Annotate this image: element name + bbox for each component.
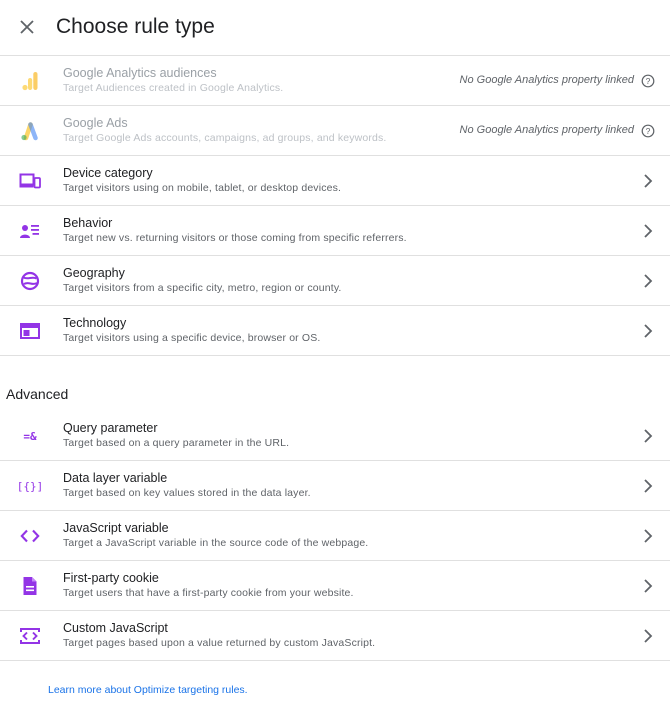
rule-title: Geography: [63, 266, 125, 280]
devices-icon: [16, 169, 44, 193]
code-icon: [16, 524, 44, 548]
page-title: Choose rule type: [56, 15, 215, 38]
rule-javascript-variable[interactable]: JavaScript variable Target a JavaScript …: [0, 511, 670, 561]
globe-icon: [16, 269, 44, 293]
rule-title: Query parameter: [63, 421, 158, 435]
document-icon: [16, 574, 44, 598]
rule-description: Target new vs. returning visitors or tho…: [63, 232, 407, 244]
help-icon[interactable]: ?: [641, 74, 655, 88]
link-status-text: No Google Analytics property linked: [459, 74, 634, 86]
rule-description: Target based on key values stored in the…: [63, 487, 311, 499]
rule-title: Google Analytics audiences: [63, 66, 217, 80]
rule-description: Target Audiences created in Google Analy…: [63, 82, 284, 94]
rule-title: Google Ads: [63, 116, 128, 130]
query-parameter-icon: =&: [23, 429, 37, 443]
person-list-icon: [16, 219, 44, 243]
svg-text:?: ?: [646, 76, 651, 86]
rule-title: First-party cookie: [63, 571, 159, 585]
rule-custom-javascript[interactable]: Custom JavaScript Target pages based upo…: [0, 611, 670, 661]
help-icon[interactable]: ?: [641, 124, 655, 138]
rule-description: Target pages based upon a value returned…: [63, 637, 376, 649]
rule-data-layer-variable[interactable]: [{}] Data layer variable Target based on…: [0, 461, 670, 511]
advanced-section-heading: Advanced: [6, 386, 69, 402]
custom-code-icon: [16, 624, 44, 648]
rule-geography[interactable]: Geography Target visitors from a specifi…: [0, 256, 670, 306]
chevron-right-icon: [644, 529, 653, 543]
svg-text:?: ?: [646, 126, 651, 136]
rule-title: Custom JavaScript: [63, 621, 168, 635]
rule-title: Data layer variable: [63, 471, 168, 485]
chevron-right-icon: [644, 324, 653, 338]
basic-rule-list: Google Analytics audiences Target Audien…: [0, 56, 670, 356]
rule-description: Target based on a query parameter in the…: [63, 437, 290, 449]
chevron-right-icon: [644, 629, 653, 643]
rule-title: Behavior: [63, 216, 113, 230]
rule-description: Target a JavaScript variable in the sour…: [63, 537, 369, 549]
web-window-icon: [16, 319, 44, 343]
analytics-logo-icon: [16, 69, 44, 93]
chevron-right-icon: [644, 479, 653, 493]
data-layer-icon: [{}]: [16, 479, 44, 493]
rule-first-party-cookie[interactable]: First-party cookie Target users that hav…: [0, 561, 670, 611]
rule-title: Device category: [63, 166, 153, 180]
link-status-text: No Google Analytics property linked: [459, 124, 634, 136]
rule-behavior[interactable]: Behavior Target new vs. returning visito…: [0, 206, 670, 256]
rule-device-category[interactable]: Device category Target visitors using on…: [0, 156, 670, 206]
close-button[interactable]: [14, 14, 40, 40]
chevron-right-icon: [644, 274, 653, 288]
rule-description: Target visitors from a specific city, me…: [63, 282, 342, 294]
rule-description: Target visitors using on mobile, tablet,…: [63, 182, 342, 194]
rule-description: Target visitors using a specific device,…: [63, 332, 321, 344]
rule-technology[interactable]: Technology Target visitors using a speci…: [0, 306, 670, 356]
rule-title: JavaScript variable: [63, 521, 169, 535]
chevron-right-icon: [644, 579, 653, 593]
advanced-rule-list: =& Query parameter Target based on a que…: [0, 411, 670, 661]
rule-description: Target Google Ads accounts, campaigns, a…: [63, 132, 387, 144]
learn-more-link[interactable]: Learn more about Optimize targeting rule…: [48, 684, 248, 696]
close-icon: [20, 20, 34, 34]
rule-title: Technology: [63, 316, 127, 330]
google-ads-logo-icon: [16, 119, 44, 143]
chevron-right-icon: [644, 174, 653, 188]
rule-google-analytics-audiences: Google Analytics audiences Target Audien…: [0, 56, 670, 106]
rule-query-parameter[interactable]: =& Query parameter Target based on a que…: [0, 411, 670, 461]
rule-google-ads: Google Ads Target Google Ads accounts, c…: [0, 106, 670, 156]
chevron-right-icon: [644, 429, 653, 443]
dialog-header: Choose rule type: [0, 0, 670, 56]
chevron-right-icon: [644, 224, 653, 238]
rule-description: Target users that have a first-party coo…: [63, 587, 354, 599]
